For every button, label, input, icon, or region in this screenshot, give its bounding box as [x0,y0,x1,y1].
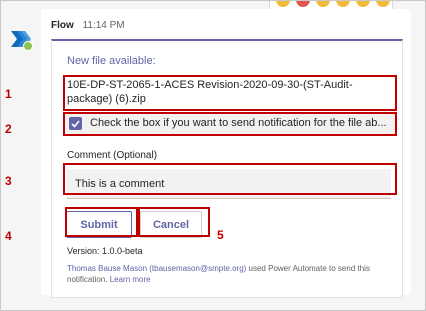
annotation-box-4 [65,207,138,237]
version-text: Version: 1.0.0-beta [67,246,143,256]
card-title: New file available: [67,55,156,67]
reaction-icon[interactable] [276,1,290,7]
annotation-number-3: 3 [5,174,12,188]
annotation-number-5: 5 [217,228,224,242]
annotation-box-3 [63,163,397,195]
reaction-icon[interactable] [376,1,390,7]
avatar [9,27,33,51]
message-time: 11:14 PM [82,20,125,31]
annotation-number-2: 2 [5,122,12,136]
card-footer: Thomas Bause Mason (tbausemason@smpte.or… [67,263,393,285]
annotation-number-4: 4 [5,229,12,243]
adaptive-card: New file available: 1 10E-DP-ST-2065-1-A… [5,39,403,298]
reaction-icon[interactable] [336,1,350,7]
chat-message: Flow 11:14 PM New file available: 1 10E-… [5,9,411,298]
footer-user-link[interactable]: Thomas Bause Mason (tbausemason@smpte.or… [67,264,246,273]
file-name: 10E-DP-ST-2065-1-ACES Revision-2020-09-3… [67,79,353,105]
message-header: Flow 11:14 PM [51,20,125,31]
sender-name: Flow [51,20,74,31]
annotation-number-1: 1 [5,87,12,101]
reaction-icon[interactable] [296,1,310,7]
reaction-icon[interactable] [356,1,370,7]
learn-more-link[interactable]: Learn more [110,275,151,284]
comment-label: Comment (Optional) [67,150,158,161]
annotation-box-2 [63,112,397,136]
reaction-icon[interactable] [316,1,330,7]
annotation-box-5 [138,207,210,237]
window-frame: Flow 11:14 PM New file available: 1 10E-… [0,0,426,311]
power-automate-icon [11,31,33,51]
